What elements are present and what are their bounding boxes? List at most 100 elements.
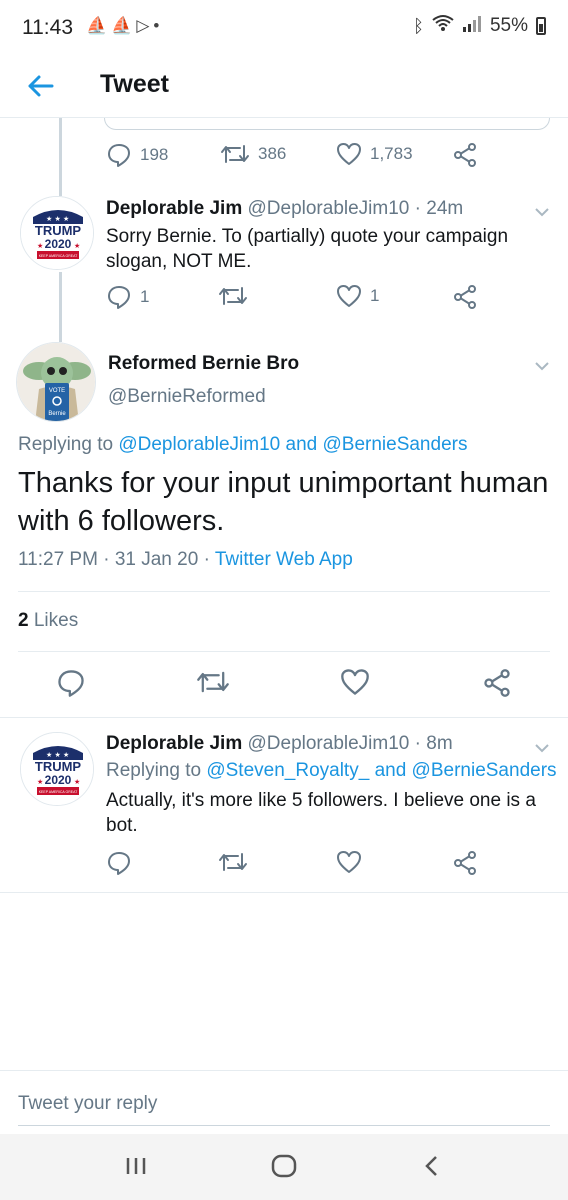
share-button[interactable] xyxy=(452,284,478,310)
svg-text:★ ★ ★: ★ ★ ★ xyxy=(46,215,69,223)
tweet-text: Sorry Bernie. To (partially) quote your … xyxy=(106,226,509,272)
share-button[interactable] xyxy=(452,142,478,168)
svg-text:KEEP AMERICA GREAT: KEEP AMERICA GREAT xyxy=(39,790,78,794)
replying-to: Replying to @DeplorableJim10 and @Bernie… xyxy=(18,434,467,456)
replying-prefix: Replying to xyxy=(18,434,114,455)
display-name[interactable]: Reformed Bernie Bro xyxy=(108,353,299,375)
signal-icon xyxy=(462,14,482,38)
svg-text:VOTE: VOTE xyxy=(49,388,65,394)
svg-text:★ ★ ★: ★ ★ ★ xyxy=(46,751,69,759)
boat-icon: ⛵ xyxy=(86,16,112,35)
share-icon xyxy=(484,669,510,697)
home-icon[interactable] xyxy=(270,1154,298,1183)
reply-count: 1 xyxy=(140,287,150,306)
svg-text:★: ★ xyxy=(37,242,43,250)
likes-label: Likes xyxy=(33,610,79,631)
reply-icon xyxy=(108,144,130,167)
divider xyxy=(0,717,568,718)
parent-tweet-actions: 198 386 1,783 xyxy=(0,142,568,172)
boat-icon: ⛵ xyxy=(111,16,137,35)
handle[interactable]: @BernieReformed xyxy=(108,386,266,408)
divider xyxy=(18,651,550,652)
like-count: 1,783 xyxy=(370,144,413,163)
tweet-source-link[interactable]: Twitter Web App xyxy=(215,549,353,570)
page-title: Tweet xyxy=(100,70,169,98)
like-button[interactable]: 1 xyxy=(336,284,379,308)
reply-button[interactable] xyxy=(106,850,132,876)
like-button[interactable]: 1,783 xyxy=(336,142,413,166)
reply-button[interactable]: 1 xyxy=(106,284,149,310)
reply-button[interactable] xyxy=(56,668,86,698)
svg-text:2020: 2020 xyxy=(45,237,72,251)
retweet-icon xyxy=(197,671,229,693)
reply-icon xyxy=(108,852,130,875)
chevron-down-icon[interactable] xyxy=(534,740,550,753)
status-time: 11:43 xyxy=(22,16,73,39)
trump-2020-logo: ★ ★ ★ TRUMP 2020 ★ ★ KEEP AMERICA GREAT xyxy=(21,733,93,805)
reply-icon xyxy=(108,286,130,309)
mention-link[interactable]: @DeplorableJim10 xyxy=(118,434,280,455)
retweet-icon xyxy=(221,145,249,163)
heart-icon xyxy=(337,143,361,165)
avatar[interactable]: VOTE Bernie xyxy=(16,342,96,422)
reply-button[interactable]: 198 xyxy=(106,142,168,168)
bluetooth-icon: ᛒ xyxy=(413,15,424,36)
chevron-down-icon[interactable] xyxy=(534,358,550,371)
share-icon xyxy=(454,851,476,875)
mention-link[interactable]: @Steven_Royalty_ xyxy=(206,760,369,781)
recent-apps-icon[interactable] xyxy=(124,1154,148,1183)
display-name[interactable]: Deplorable Jim xyxy=(106,733,242,754)
svg-text:2020: 2020 xyxy=(45,773,72,787)
share-button[interactable] xyxy=(482,668,512,698)
reply-tweet-actions: 1 1 xyxy=(0,284,568,314)
reply-tweet-actions xyxy=(0,850,568,880)
tweet-text: Thanks for your input unimportant human … xyxy=(18,467,549,537)
like-count: 1 xyxy=(370,286,380,305)
handle[interactable]: @DeplorableJim10 xyxy=(248,733,410,754)
svg-text:KEEP AMERICA GREAT: KEEP AMERICA GREAT xyxy=(39,254,78,258)
svg-text:★: ★ xyxy=(37,778,43,786)
svg-text:TRUMP: TRUMP xyxy=(35,759,82,774)
back-icon[interactable] xyxy=(422,1154,442,1183)
reply-input[interactable]: Tweet your reply xyxy=(18,1093,157,1115)
retweet-icon xyxy=(219,853,247,871)
share-button[interactable] xyxy=(452,850,478,876)
trump-2020-logo: ★ ★ ★ TRUMP 2020 ★ ★ KEEP AMERICA GREAT xyxy=(21,197,93,269)
battery-percent: 55% xyxy=(489,15,528,36)
separator: · xyxy=(414,198,421,219)
svg-text:Bernie: Bernie xyxy=(48,411,66,417)
avatar[interactable]: ★ ★ ★ TRUMP 2020 ★ ★ KEEP AMERICA GREAT xyxy=(20,196,94,270)
replying-and[interactable]: and xyxy=(375,760,407,781)
reply-icon xyxy=(58,670,84,697)
share-icon xyxy=(454,285,476,309)
display-name[interactable]: Deplorable Jim xyxy=(106,198,242,219)
handle[interactable]: @DeplorableJim10 xyxy=(248,198,410,219)
retweet-button[interactable] xyxy=(196,668,230,696)
tweet-header: Deplorable Jim @DeplorableJim10 · 8m xyxy=(106,733,453,755)
like-button[interactable] xyxy=(336,850,362,874)
back-arrow-icon[interactable] xyxy=(22,68,58,104)
reply-count: 198 xyxy=(140,145,169,164)
replying-prefix: Replying to xyxy=(106,760,202,781)
quoted-tweet-card[interactable] xyxy=(104,118,550,130)
like-button[interactable] xyxy=(340,668,370,696)
mention-link[interactable]: @BernieSanders xyxy=(412,760,557,781)
tweet-time: 11:27 PM xyxy=(18,549,98,570)
status-right: ᛒ 55% xyxy=(413,14,546,38)
wifi-icon xyxy=(432,14,454,38)
retweet-button[interactable]: 386 xyxy=(220,142,286,166)
reply-composer[interactable]: Tweet your reply xyxy=(0,1070,568,1132)
replying-and[interactable]: and xyxy=(286,434,318,455)
battery-icon xyxy=(536,17,546,35)
retweet-button[interactable] xyxy=(218,284,248,308)
app-bar: Tweet xyxy=(0,56,568,118)
tweet-age: 24m xyxy=(426,198,464,219)
retweet-icon xyxy=(219,287,247,305)
retweet-button[interactable] xyxy=(218,850,248,874)
retweet-count: 386 xyxy=(258,144,287,163)
likes-summary[interactable]: 2 Likes xyxy=(18,610,78,632)
chevron-down-icon[interactable] xyxy=(534,204,550,217)
mention-link[interactable]: @BernieSanders xyxy=(322,434,467,455)
avatar[interactable]: ★ ★ ★ TRUMP 2020 ★ ★ KEEP AMERICA GREAT xyxy=(20,732,94,806)
tweet-header: Deplorable Jim @DeplorableJim10 · 24m xyxy=(106,198,463,220)
